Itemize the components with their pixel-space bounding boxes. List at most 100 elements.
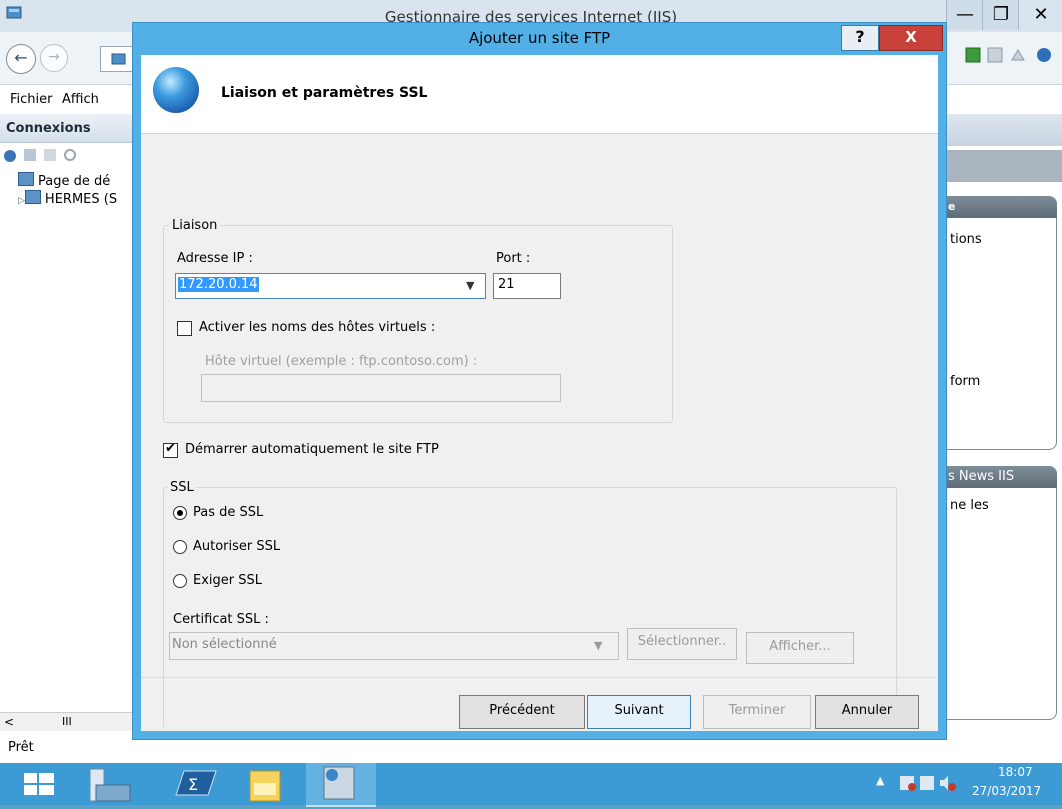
radio-selected-dot xyxy=(177,510,183,516)
right-header-strip xyxy=(946,114,1062,146)
connections-title: Connexions xyxy=(6,121,91,136)
port-value: 21 xyxy=(498,277,515,292)
tree-item-server[interactable]: ▷ HERMES (S xyxy=(18,190,117,207)
virtual-host-hint: Hôte virtuel (exemple : ftp.contoso.com)… xyxy=(205,354,478,369)
chevron-down-icon[interactable]: ▼ xyxy=(594,639,602,652)
show-hidden-icons-icon[interactable]: ▲ xyxy=(876,774,884,787)
start-page-icon xyxy=(18,172,34,186)
virtual-host-checkbox[interactable] xyxy=(177,321,192,336)
right-dark-strip xyxy=(946,150,1062,182)
connections-header: Connexions xyxy=(0,114,132,143)
home-icon xyxy=(1011,49,1025,61)
windows-logo-icon xyxy=(24,773,54,795)
port-input[interactable]: 21 xyxy=(493,273,561,299)
network-icon xyxy=(920,776,934,790)
minimize-button[interactable]: — xyxy=(946,0,983,30)
forward-arrow-icon[interactable]: → xyxy=(40,44,68,72)
actions-panel-text[interactable]: form xyxy=(950,374,980,389)
autostart-label[interactable]: Démarrer automatiquement le site FTP xyxy=(185,442,439,457)
save-icon xyxy=(24,149,36,161)
connect-icon xyxy=(4,150,16,162)
ssl-group xyxy=(163,487,897,728)
finish-button[interactable]: Terminer xyxy=(703,695,811,729)
clock-time[interactable]: 18:07 xyxy=(998,765,1033,779)
connections-toolbar xyxy=(0,143,132,169)
actions-panel-title: e xyxy=(948,200,956,213)
news-panel-title: s News IIS xyxy=(948,469,1015,484)
ssl-certificate-select[interactable]: Non sélectionné ▼ xyxy=(169,632,619,660)
maximize-button[interactable]: ❐ xyxy=(982,0,1019,30)
virtual-host-checkbox-label[interactable]: Activer les noms des hôtes virtuels : xyxy=(199,320,435,335)
ip-address-select[interactable]: 172.20.0.14 ▼ xyxy=(175,273,486,299)
cancel-button[interactable]: Annuler xyxy=(815,695,919,729)
chevron-down-icon[interactable]: ▼ xyxy=(466,279,474,292)
iis-manager-taskbar-button[interactable] xyxy=(306,763,376,807)
close-window-button[interactable]: ✕ xyxy=(1018,0,1062,30)
refresh-icon xyxy=(965,47,981,63)
svg-text:Σ: Σ xyxy=(188,775,198,794)
select-certificate-button[interactable]: Sélectionner.. xyxy=(627,628,737,660)
allow-ssl-radio[interactable] xyxy=(173,540,187,554)
file-explorer-taskbar-button[interactable] xyxy=(240,763,306,805)
news-panel-header: s News IIS xyxy=(946,466,1057,488)
dialog-title: Ajouter un site FTP xyxy=(468,29,611,47)
stop-icon xyxy=(987,47,1003,63)
server-manager-taskbar-button[interactable] xyxy=(76,763,142,805)
require-ssl-label[interactable]: Exiger SSL xyxy=(193,573,262,588)
start-button[interactable] xyxy=(6,763,72,805)
powershell-taskbar-button[interactable]: Σ xyxy=(160,763,226,805)
powershell-icon: Σ xyxy=(175,770,217,796)
menu-view[interactable]: Affich xyxy=(62,92,99,107)
scroll-thumb[interactable]: III xyxy=(62,715,72,728)
close-dialog-button[interactable]: X xyxy=(879,25,943,51)
site-icon xyxy=(111,53,126,65)
status-text: Prêt xyxy=(8,740,34,755)
virtual-host-input[interactable] xyxy=(201,374,561,402)
no-ssl-radio[interactable] xyxy=(173,506,187,520)
server-manager-icon xyxy=(89,768,131,802)
dialog-header: Liaison et paramètres SSL xyxy=(141,55,938,134)
port-label: Port : xyxy=(496,251,531,266)
actions-panel-header: e xyxy=(946,196,1057,218)
taskbar: Σ ▲ 18:07 27/03/2017 xyxy=(0,763,1062,807)
next-button[interactable]: Suivant xyxy=(587,695,691,729)
view-certificate-button[interactable]: Afficher... xyxy=(746,632,854,664)
ip-address-label: Adresse IP : xyxy=(177,251,253,266)
globe-icon xyxy=(153,67,199,113)
search-icon xyxy=(64,149,76,161)
require-ssl-radio[interactable] xyxy=(173,574,187,588)
system-tray-icons[interactable] xyxy=(898,773,958,793)
ssl-certificate-value: Non sélectionné xyxy=(172,637,277,652)
help-button[interactable]: ? xyxy=(841,25,879,51)
back-arrow-icon[interactable]: ← xyxy=(6,44,36,74)
tree-item-label: Page de dé xyxy=(38,174,111,189)
no-ssl-label[interactable]: Pas de SSL xyxy=(193,505,263,520)
previous-button[interactable]: Précédent xyxy=(459,695,585,729)
clock-date[interactable]: 27/03/2017 xyxy=(972,784,1041,798)
menu-file[interactable]: Fichier xyxy=(10,92,53,107)
actions-panel-text[interactable]: tions xyxy=(950,232,982,247)
allow-ssl-label[interactable]: Autoriser SSL xyxy=(193,539,280,554)
news-panel-text[interactable]: ne les xyxy=(950,498,989,513)
tree-item-start-page[interactable]: Page de dé xyxy=(18,172,110,189)
iis-icon xyxy=(323,766,355,800)
checkmark-icon: ✔ xyxy=(165,441,176,456)
dialog-body: Liaison et paramètres SSL Liaison Adress… xyxy=(141,55,938,731)
ip-address-value: 172.20.0.14 xyxy=(178,277,259,292)
ssl-certificate-label: Certificat SSL : xyxy=(173,612,269,627)
toolbar-right-icons xyxy=(956,44,1062,68)
up-icon xyxy=(44,149,56,161)
horizontal-scrollbar[interactable]: < III xyxy=(0,712,132,731)
add-ftp-site-dialog: Ajouter un site FTP ? X Liaison et param… xyxy=(132,22,947,740)
folder-icon xyxy=(249,770,281,802)
autostart-checkbox[interactable]: ✔ xyxy=(163,441,178,458)
ssl-group-label: SSL xyxy=(167,480,197,495)
tree-item-label: HERMES (S xyxy=(44,192,118,207)
page-heading: Liaison et paramètres SSL xyxy=(221,85,428,101)
volume-icon xyxy=(940,776,948,790)
binding-group-label: Liaison xyxy=(169,218,221,233)
scroll-left-icon[interactable]: < xyxy=(4,715,14,729)
footer-divider xyxy=(141,677,938,678)
help-icon xyxy=(1037,48,1051,62)
server-icon xyxy=(24,190,41,204)
